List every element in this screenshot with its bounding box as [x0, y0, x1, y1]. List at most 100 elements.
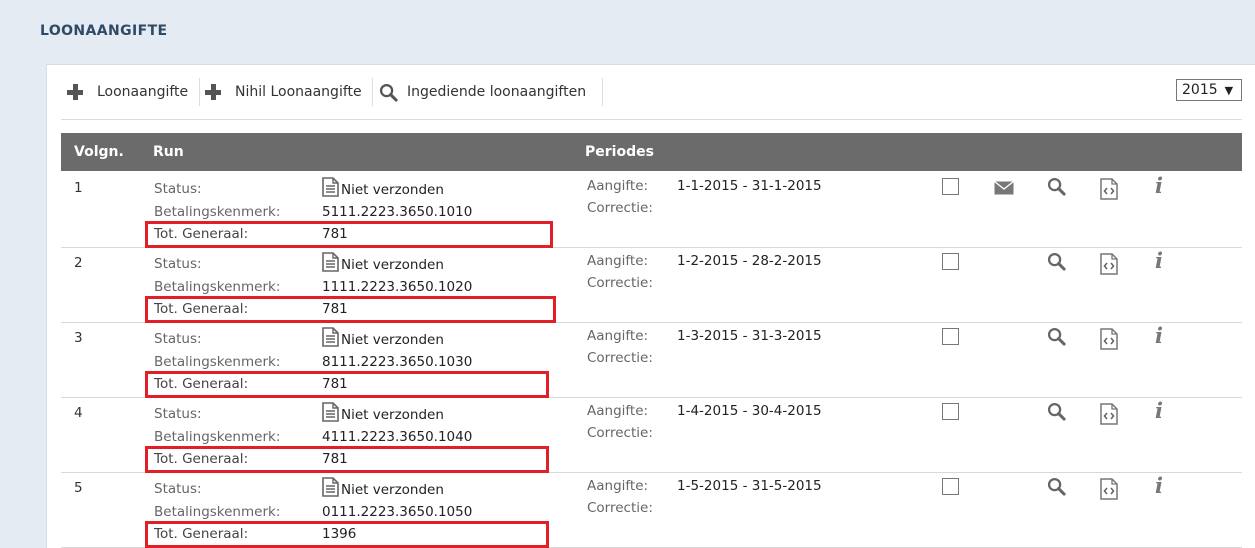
- table-row: 5 Status: Niet verzonden Betalingskenmerk: 0…: [61, 472, 1242, 548]
- aangifte-label: Aangifte:: [587, 178, 649, 194]
- add-nihil-loonaangifte-button[interactable]: Nihil Loonaangifte: [205, 78, 362, 106]
- total-label: Tot. Generaal:: [154, 226, 249, 242]
- table-row: 2 Status: Niet verzonden Betalingskenmerk: 1…: [61, 247, 1242, 323]
- document-icon: [322, 252, 339, 272]
- row-seq: 2: [74, 255, 83, 271]
- table-row: 4 Status: Niet verzonden Betalingskenmerk: 4…: [61, 397, 1242, 473]
- search-icon[interactable]: [1047, 252, 1066, 271]
- payment-ref-value: 8111.2223.3650.1030: [322, 354, 473, 370]
- row-checkbox[interactable]: [942, 178, 959, 195]
- row-checkbox[interactable]: [942, 403, 959, 420]
- total-label: Tot. Generaal:: [154, 301, 249, 317]
- table-row: 1 Status: Niet verzonden Betalingskenmerk: 5…: [61, 172, 1242, 248]
- aangifte-period: 1-5-2015 - 31-5-2015: [677, 478, 822, 494]
- info-icon[interactable]: i: [1155, 398, 1163, 423]
- info-icon[interactable]: i: [1155, 173, 1163, 198]
- row-checkbox[interactable]: [942, 328, 959, 345]
- status-value: Niet verzonden: [322, 252, 444, 273]
- payment-ref-value: 4111.2223.3650.1040: [322, 429, 473, 445]
- payment-ref-label: Betalingskenmerk:: [154, 279, 281, 295]
- submitted-loonaangiften-label: Ingediende loonaangiften: [407, 84, 587, 100]
- add-nihil-loonaangifte-label: Nihil Loonaangifte: [235, 84, 362, 100]
- payment-ref-label: Betalingskenmerk:: [154, 204, 281, 220]
- payment-ref-label: Betalingskenmerk:: [154, 504, 281, 520]
- info-icon[interactable]: i: [1155, 323, 1163, 348]
- correctie-label: Correctie:: [587, 425, 653, 441]
- status-value: Niet verzonden: [322, 177, 444, 198]
- document-icon: [322, 402, 339, 422]
- search-icon: [379, 83, 398, 102]
- search-icon[interactable]: [1047, 327, 1066, 346]
- correctie-label: Correctie:: [587, 200, 653, 216]
- total-value: 781: [322, 376, 348, 392]
- code-file-icon[interactable]: [1100, 478, 1118, 500]
- table-header: Volgn. Run Periodes: [61, 133, 1242, 171]
- main-panel: Loonaangifte Nihil Loonaangifte Ingedien…: [46, 64, 1255, 548]
- row-checkbox[interactable]: [942, 253, 959, 270]
- status-label: Status:: [154, 331, 202, 347]
- aangifte-label: Aangifte:: [587, 328, 649, 344]
- toolbar-divider: [199, 78, 200, 106]
- status-value: Niet verzonden: [322, 327, 444, 348]
- aangifte-label: Aangifte:: [587, 253, 649, 269]
- document-icon: [322, 477, 339, 497]
- status-value: Niet verzonden: [322, 402, 444, 423]
- total-label: Tot. Generaal:: [154, 451, 249, 467]
- header-run: Run: [153, 144, 184, 160]
- status-label: Status:: [154, 406, 202, 422]
- total-value: 781: [322, 226, 348, 242]
- row-seq: 1: [74, 180, 83, 196]
- status-text: Niet verzonden: [341, 182, 444, 198]
- status-text: Niet verzonden: [341, 407, 444, 423]
- mail-icon[interactable]: [994, 181, 1014, 195]
- code-file-icon[interactable]: [1100, 253, 1118, 275]
- search-icon[interactable]: [1047, 402, 1066, 421]
- total-value: 781: [322, 301, 348, 317]
- code-file-icon[interactable]: [1100, 403, 1118, 425]
- plus-icon: [205, 84, 221, 100]
- add-loonaangifte-label: Loonaangifte: [97, 84, 189, 100]
- table-row: 3 Status: Niet verzonden Betalingskenmerk: 8…: [61, 322, 1242, 398]
- total-value: 1396: [322, 526, 357, 542]
- code-file-icon[interactable]: [1100, 328, 1118, 350]
- status-value: Niet verzonden: [322, 477, 444, 498]
- add-loonaangifte-button[interactable]: Loonaangifte: [67, 78, 188, 106]
- info-icon[interactable]: i: [1155, 248, 1163, 273]
- row-seq: 3: [74, 330, 83, 346]
- correctie-label: Correctie:: [587, 350, 653, 366]
- aangifte-label: Aangifte:: [587, 478, 649, 494]
- search-icon[interactable]: [1047, 477, 1066, 496]
- year-select-value: 2015: [1182, 82, 1218, 98]
- page-title: LOONAANGIFTE: [40, 23, 168, 39]
- aangifte-label: Aangifte:: [587, 403, 649, 419]
- aangifte-period: 1-4-2015 - 30-4-2015: [677, 403, 822, 419]
- toolbar: Loonaangifte Nihil Loonaangifte Ingedien…: [61, 77, 1242, 120]
- aangifte-period: 1-2-2015 - 28-2-2015: [677, 253, 822, 269]
- document-icon: [322, 327, 339, 347]
- submitted-loonaangiften-button[interactable]: Ingediende loonaangiften: [379, 78, 586, 106]
- payment-ref-label: Betalingskenmerk:: [154, 354, 281, 370]
- payment-ref-value: 0111.2223.3650.1050: [322, 504, 473, 520]
- total-label: Tot. Generaal:: [154, 376, 249, 392]
- header-seq: Volgn.: [74, 144, 124, 160]
- status-label: Status:: [154, 481, 202, 497]
- total-value: 781: [322, 451, 348, 467]
- status-text: Niet verzonden: [341, 332, 444, 348]
- payment-ref-label: Betalingskenmerk:: [154, 429, 281, 445]
- code-file-icon[interactable]: [1100, 178, 1118, 200]
- status-text: Niet verzonden: [341, 482, 444, 498]
- row-checkbox[interactable]: [942, 478, 959, 495]
- status-text: Niet verzonden: [341, 257, 444, 273]
- year-select[interactable]: 2015 ▼: [1176, 79, 1242, 101]
- aangifte-period: 1-3-2015 - 31-3-2015: [677, 328, 822, 344]
- info-icon[interactable]: i: [1155, 473, 1163, 498]
- status-label: Status:: [154, 181, 202, 197]
- toolbar-divider: [602, 78, 603, 106]
- row-seq: 4: [74, 405, 83, 421]
- plus-icon: [67, 84, 83, 100]
- row-seq: 5: [74, 480, 83, 496]
- document-icon: [322, 177, 339, 197]
- search-icon[interactable]: [1047, 177, 1066, 196]
- payment-ref-value: 1111.2223.3650.1020: [322, 279, 473, 295]
- header-periods: Periodes: [585, 144, 654, 160]
